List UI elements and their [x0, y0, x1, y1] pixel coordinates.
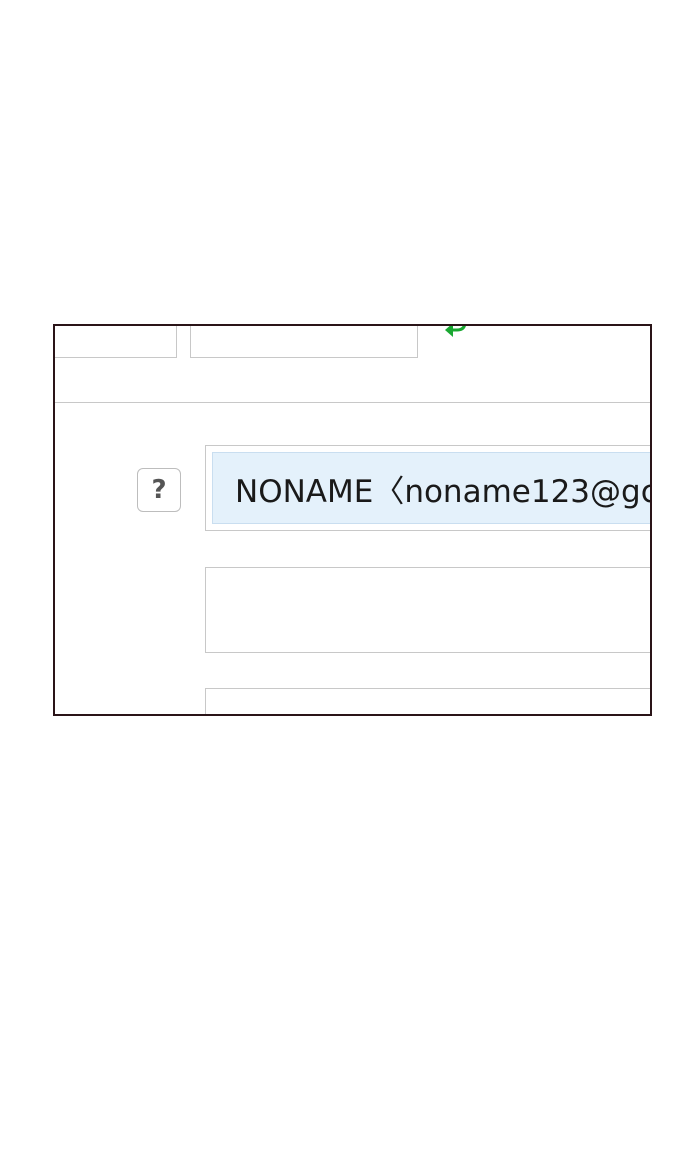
second-field[interactable] — [205, 567, 650, 653]
recipient-field[interactable]: NONAME〈noname123@gc — [205, 445, 652, 531]
help-button[interactable]: ? — [137, 468, 181, 512]
recipient-value: NONAME〈noname123@gc — [235, 473, 652, 510]
section-divider — [55, 402, 650, 403]
top-middle-field[interactable] — [190, 326, 418, 358]
question-mark-icon: ? — [151, 475, 167, 505]
zoomed-panel: ? NONAME〈noname123@gc — [53, 324, 652, 716]
top-left-field[interactable] — [55, 326, 177, 358]
third-field[interactable] — [205, 688, 650, 714]
recipient-input[interactable]: NONAME〈noname123@gc — [212, 452, 652, 524]
return-arrow-icon — [445, 326, 466, 337]
